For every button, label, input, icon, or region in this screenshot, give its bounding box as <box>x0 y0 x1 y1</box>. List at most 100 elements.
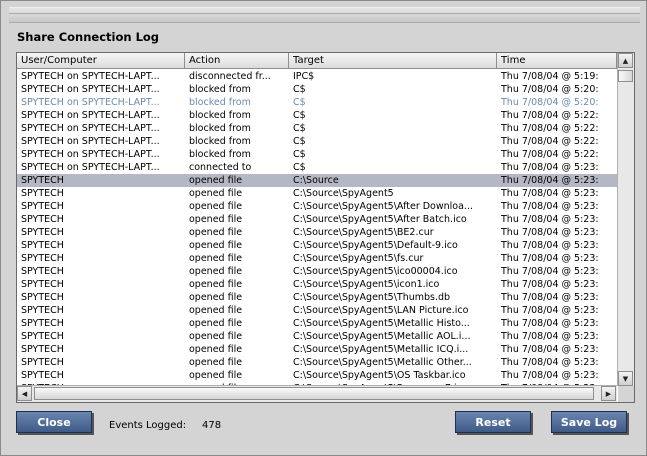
cell-target: C:\Source\SpyAgent5\BE2.cur <box>293 227 434 238</box>
cell-target: C:\Source\SpyAgent5\After Batch.ico <box>293 214 467 225</box>
table-row[interactable]: SPYTECH opened file C:\Source\SpyAgent5\ic… <box>17 278 617 291</box>
cell-action: opened file <box>189 292 243 303</box>
cell-user: SPYTECH on SPYTECH-LAPT... <box>21 136 160 147</box>
cell-action: opened file <box>189 305 243 316</box>
arrow-right-icon[interactable]: ▶ <box>601 386 616 401</box>
table-row[interactable]: SPYTECH opened file C:\Source\SpyAgent5 Thu… <box>17 187 617 200</box>
cell-target: C:\Source\SpyAgent5\Thumbs.db <box>293 292 451 303</box>
table-row[interactable]: SPYTECH on SPYTECH-LAPT... blocked from C$… <box>17 148 617 161</box>
vertical-scrollbar[interactable]: ▲ ▼ <box>617 53 634 386</box>
cell-target: C:\Source\SpyAgent5\icon1.ico <box>293 279 440 290</box>
arrow-up-icon[interactable]: ▲ <box>618 53 633 68</box>
table-row[interactable]: SPYTECH opened file C:\Source\SpyAgent5\ic… <box>17 265 617 278</box>
list-header: User/Computer Action Target Time <box>17 53 617 69</box>
cell-action: blocked from <box>189 149 251 160</box>
table-row[interactable]: SPYTECH on SPYTECH-LAPT... disconnected f… <box>17 70 617 83</box>
cell-user: SPYTECH <box>21 175 64 186</box>
log-list[interactable]: User/Computer Action Target Time SPYTECH… <box>16 52 635 403</box>
cell-time: Thu 7/08/04 @ 5:23: <box>501 331 599 342</box>
table-row[interactable]: SPYTECH opened file C:\Source\SpyAgent5\LA… <box>17 304 617 317</box>
cell-user: SPYTECH on SPYTECH-LAPT... <box>21 71 160 82</box>
table-row[interactable]: SPYTECH on SPYTECH-LAPT... blocked from C$… <box>17 109 617 122</box>
cell-user: SPYTECH <box>21 253 64 264</box>
table-row[interactable]: SPYTECH opened file C:\Source\SpyAgent5\Th… <box>17 291 617 304</box>
cell-target: C$ <box>293 110 306 121</box>
cell-target: IPC$ <box>293 71 315 82</box>
cell-user: SPYTECH <box>21 279 64 290</box>
table-row[interactable]: SPYTECH opened file C:\Source\SpyAgent5\fs… <box>17 252 617 265</box>
cell-time: Thu 7/08/04 @ 5:23: <box>501 292 599 303</box>
scroll-thumb[interactable] <box>618 70 633 82</box>
cell-user: SPYTECH <box>21 331 64 342</box>
table-row[interactable]: SPYTECH opened file C:\Source\SpyAgent5\Af… <box>17 213 617 226</box>
cell-action: opened file <box>189 279 243 290</box>
cell-time: Thu 7/08/04 @ 5:23: <box>501 227 599 238</box>
table-row[interactable]: SPYTECH on SPYTECH-LAPT... blocked from C$… <box>17 96 617 109</box>
table-row[interactable]: SPYTECH opened file C:\Source Thu 7/08/04 @… <box>17 174 617 187</box>
cell-user: SPYTECH <box>21 188 64 199</box>
table-row[interactable]: SPYTECH on SPYTECH-LAPT... blocked from C$… <box>17 122 617 135</box>
cell-time: Thu 7/08/04 @ 5:20: <box>501 97 599 108</box>
cell-action: opened file <box>189 344 243 355</box>
horizontal-scroll-thumb[interactable] <box>34 387 594 400</box>
cell-time: Thu 7/08/04 @ 5:23: <box>501 162 599 173</box>
cell-user: SPYTECH <box>21 201 64 212</box>
table-row[interactable]: SPYTECH on SPYTECH-LAPT... connected to C$… <box>17 161 617 174</box>
log-rows: SPYTECH on SPYTECH-LAPT... disconnected f… <box>17 70 617 385</box>
events-logged-count: 478 <box>202 420 222 431</box>
cell-user: SPYTECH <box>21 370 64 381</box>
column-header-target[interactable]: Target <box>289 53 497 69</box>
cell-user: SPYTECH <box>21 240 64 251</box>
table-row[interactable]: SPYTECH opened file C:\Source\SpyAgent5\Me… <box>17 356 617 369</box>
cell-action: blocked from <box>189 97 251 108</box>
cell-action: opened file <box>189 227 243 238</box>
cell-time: Thu 7/08/04 @ 5:23: <box>501 266 599 277</box>
column-header-time[interactable]: Time <box>497 53 617 69</box>
table-row[interactable]: SPYTECH on SPYTECH-LAPT... blocked from C$… <box>17 135 617 148</box>
cell-target: C:\Source\SpyAgent5\Metallic Histo... <box>293 318 470 329</box>
cell-time: Thu 7/08/04 @ 5:23: <box>501 175 599 186</box>
cell-target: C:\Source\SpyAgent5\Metallic Other... <box>293 357 472 368</box>
arrow-left-icon[interactable]: ◀ <box>17 386 32 401</box>
cell-target: C:\Source\SpyAgent5\After Downloa... <box>293 201 473 212</box>
cell-target: C$ <box>293 149 306 160</box>
column-header-action[interactable]: Action <box>185 53 289 69</box>
cell-time: Thu 7/08/04 @ 5:22: <box>501 123 599 134</box>
cell-target: C:\Source\SpyAgent5\Metallic ICQ.i... <box>293 344 469 355</box>
cell-action: opened file <box>189 253 243 264</box>
arrow-down-icon[interactable]: ▼ <box>618 371 633 386</box>
cell-time: Thu 7/08/04 @ 5:20: <box>501 84 599 95</box>
reset-button[interactable]: Reset <box>455 411 531 433</box>
cell-target: C:\Source\SpyAgent5\ico00004.ico <box>293 266 458 277</box>
cell-target: C$ <box>293 162 306 173</box>
cell-user: SPYTECH on SPYTECH-LAPT... <box>21 84 160 95</box>
cell-action: opened file <box>189 357 243 368</box>
table-row[interactable]: SPYTECH opened file C:\Source\SpyAgent5\OS… <box>17 369 617 382</box>
cell-time: Thu 7/08/04 @ 5:22: <box>501 149 599 160</box>
table-row[interactable]: SPYTECH opened file C:\Source\SpyAgent5\Me… <box>17 330 617 343</box>
table-row[interactable]: SPYTECH opened file C:\Source\SpyAgent5\De… <box>17 239 617 252</box>
table-row[interactable]: SPYTECH opened file C:\Source\SpyAgent5\Af… <box>17 200 617 213</box>
save-log-button[interactable]: Save Log <box>551 411 627 433</box>
cell-action: opened file <box>189 175 243 186</box>
cell-target: C:\Source\SpyAgent5\OS Taskbar.ico <box>293 370 466 381</box>
cell-action: blocked from <box>189 123 251 134</box>
cell-user: SPYTECH <box>21 214 64 225</box>
table-row[interactable]: SPYTECH opened file C:\Source\SpyAgent5\Me… <box>17 317 617 330</box>
events-logged-label: Events Logged: <box>109 420 187 431</box>
table-row[interactable]: SPYTECH on SPYTECH-LAPT... blocked from C$… <box>17 83 617 96</box>
horizontal-scrollbar[interactable]: ◀ ▶ <box>17 385 617 402</box>
scroll-corner <box>618 386 634 402</box>
table-row[interactable]: SPYTECH opened file C:\Source\SpyAgent5\BE… <box>17 226 617 239</box>
window-title-bar[interactable] <box>9 7 640 23</box>
dialog-title: Share Connection Log <box>17 30 160 44</box>
column-header-user[interactable]: User/Computer <box>17 53 185 69</box>
cell-target: C$ <box>293 136 306 147</box>
close-button[interactable]: Close <box>16 411 92 433</box>
cell-user: SPYTECH <box>21 305 64 316</box>
table-row[interactable]: SPYTECH opened file C:\Source\SpyAgent5\Me… <box>17 343 617 356</box>
cell-time: Thu 7/08/04 @ 5:23: <box>501 318 599 329</box>
cell-user: SPYTECH on SPYTECH-LAPT... <box>21 162 160 173</box>
cell-user: SPYTECH <box>21 318 64 329</box>
cell-time: Thu 7/08/04 @ 5:22: <box>501 110 599 121</box>
